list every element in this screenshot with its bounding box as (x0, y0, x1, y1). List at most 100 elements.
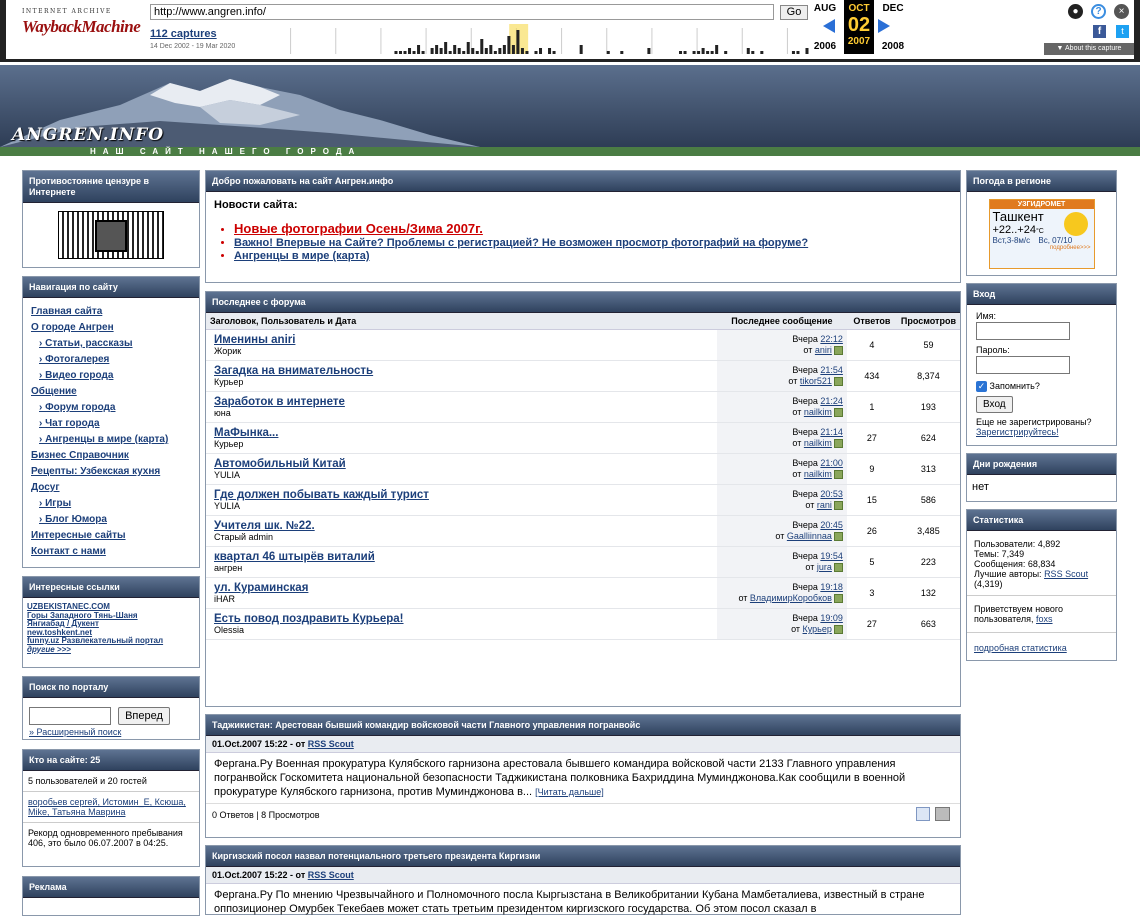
nav-item-label[interactable]: Контакт с нами (31, 546, 106, 557)
capture-bar[interactable] (692, 51, 696, 54)
capture-bar[interactable] (480, 39, 484, 54)
go-to-last-post-icon[interactable] (833, 439, 843, 449)
weather-widget[interactable]: УЗГИДРОМЕТ Ташкент +22..+24°C Вст,3-8м/с… (988, 199, 1095, 269)
news-1-comment-icon[interactable] (916, 807, 930, 821)
nav-item[interactable]: › Статьи, рассказы (23, 336, 199, 352)
capture-bar[interactable] (457, 48, 461, 54)
capture-bar[interactable] (724, 51, 728, 54)
nav-item[interactable]: Общение (23, 384, 199, 400)
capture-bar[interactable] (394, 51, 398, 54)
prev-capture-arrow-icon[interactable] (823, 19, 835, 33)
news-1-read-more[interactable]: [Читать дальше] (535, 787, 604, 797)
wayback-logo[interactable]: INTERNET ARCHIVE WaybackMachine (22, 8, 141, 37)
last-post-time[interactable]: 21:00 (820, 458, 843, 468)
topic-title-link[interactable]: Есть повод поздравить Курьера! (214, 613, 717, 625)
capture-bar[interactable] (715, 45, 719, 54)
topic-title-link[interactable]: Учителя шк. №22. (214, 520, 717, 532)
capture-bar[interactable] (710, 51, 714, 54)
register-link[interactable]: Зарегистрируйтесь! (976, 427, 1107, 437)
nav-item-label[interactable]: › Блог Юмора (39, 514, 107, 525)
capture-sparkline[interactable] (268, 24, 810, 54)
capture-bar[interactable] (534, 51, 538, 54)
capture-bar[interactable] (751, 51, 755, 54)
site-title[interactable]: ANGREN.INFO (12, 125, 164, 145)
detailed-stats-link[interactable]: подробная статистика (974, 643, 1067, 653)
news-2-author[interactable]: RSS Scout (308, 870, 354, 880)
login-button[interactable]: Вход (976, 396, 1013, 414)
last-post-user[interactable]: jura (817, 562, 832, 572)
go-to-last-post-icon[interactable] (833, 594, 843, 604)
capture-bar[interactable] (552, 51, 556, 54)
about-capture-button[interactable]: ▼ About this capture (1044, 43, 1134, 55)
last-post-time[interactable]: 19:18 (820, 582, 843, 592)
capture-bar[interactable] (475, 51, 479, 54)
nav-item-label[interactable]: › Игры (39, 498, 71, 509)
topic-title-link[interactable]: Автомобильный Китай (214, 458, 717, 470)
capture-bar[interactable] (430, 48, 434, 54)
capture-bar[interactable] (760, 51, 764, 54)
nav-item[interactable]: Контакт с нами (23, 544, 199, 560)
who-online-users[interactable]: воробьев сергей, Истомин_Е, Ксюша, Mike,… (23, 792, 199, 823)
nav-item-label[interactable]: › Видео города (39, 370, 113, 381)
last-post-user[interactable]: nailkim (804, 407, 832, 417)
news-1-print-icon[interactable] (935, 807, 950, 821)
capture-bar[interactable] (520, 48, 524, 54)
capture-bar[interactable] (548, 48, 552, 54)
capture-bar[interactable] (466, 42, 470, 54)
capture-bar[interactable] (511, 45, 515, 54)
censorship-banner-image[interactable] (58, 211, 164, 259)
nav-item-label[interactable]: Интересные сайты (31, 530, 126, 541)
nav-item-label[interactable]: › Статьи, рассказы (39, 338, 133, 349)
go-to-last-post-icon[interactable] (833, 532, 843, 542)
year-prev[interactable]: 2006 (810, 41, 840, 52)
nav-item[interactable]: › Игры (23, 496, 199, 512)
remember-checkbox[interactable]: ✓ (976, 381, 987, 393)
nav-item[interactable]: О городе Ангрен (23, 320, 199, 336)
nav-item-label[interactable]: › Чат города (39, 418, 100, 429)
capture-bar[interactable] (471, 48, 475, 54)
nav-item[interactable]: Рецепты: Узбекская кухня (23, 464, 199, 480)
capture-bar[interactable] (444, 42, 448, 54)
last-post-user[interactable]: tikor521 (800, 376, 832, 386)
go-to-last-post-icon[interactable] (833, 346, 843, 356)
capture-bar[interactable] (489, 45, 493, 54)
go-to-last-post-icon[interactable] (833, 377, 843, 387)
capture-bar[interactable] (620, 51, 624, 54)
capture-bar[interactable] (484, 48, 488, 54)
last-post-user[interactable]: rani (817, 500, 832, 510)
capture-bar[interactable] (498, 48, 502, 54)
url-input[interactable]: http://www.angren.info/ (150, 4, 774, 20)
topic-title-link[interactable]: МаФынка... (214, 427, 717, 439)
go-to-last-post-icon[interactable] (833, 563, 843, 573)
capture-bar[interactable] (417, 45, 421, 54)
password-input[interactable] (976, 356, 1070, 374)
capture-bar[interactable] (805, 48, 809, 54)
capture-bar[interactable] (796, 51, 800, 54)
nav-item[interactable]: Интересные сайты (23, 528, 199, 544)
new-user-link[interactable]: foxs (1036, 614, 1053, 624)
last-post-user[interactable]: ВладимирКоробков (750, 593, 832, 603)
nav-item[interactable]: › Видео города (23, 368, 199, 384)
capture-bar[interactable] (679, 51, 683, 54)
capture-bar[interactable] (507, 36, 511, 54)
nav-item[interactable]: Бизнес Справочник (23, 448, 199, 464)
capture-bar[interactable] (791, 51, 795, 54)
capture-bar[interactable] (493, 51, 497, 54)
capture-bar[interactable] (462, 51, 466, 54)
last-post-user[interactable]: Курьер (803, 624, 832, 634)
nav-item-label[interactable]: › Ангренцы в мире (карта) (39, 434, 168, 445)
capture-bar[interactable] (516, 30, 520, 54)
user-icon[interactable]: ● (1068, 4, 1083, 19)
capture-bar[interactable] (701, 48, 705, 54)
nav-item-label[interactable]: Рецепты: Узбекская кухня (31, 466, 160, 477)
topic-title-link[interactable]: ул. Кураминская (214, 582, 717, 594)
capture-bar[interactable] (525, 51, 529, 54)
capture-bar[interactable] (606, 51, 610, 54)
last-post-user[interactable]: nailkim (804, 438, 832, 448)
capture-bar[interactable] (502, 45, 506, 54)
search-input[interactable] (29, 707, 111, 726)
capture-bar[interactable] (706, 51, 710, 54)
facebook-icon[interactable]: f (1093, 25, 1106, 38)
go-button[interactable]: Go (780, 5, 808, 20)
year-next[interactable]: 2008 (878, 41, 908, 52)
